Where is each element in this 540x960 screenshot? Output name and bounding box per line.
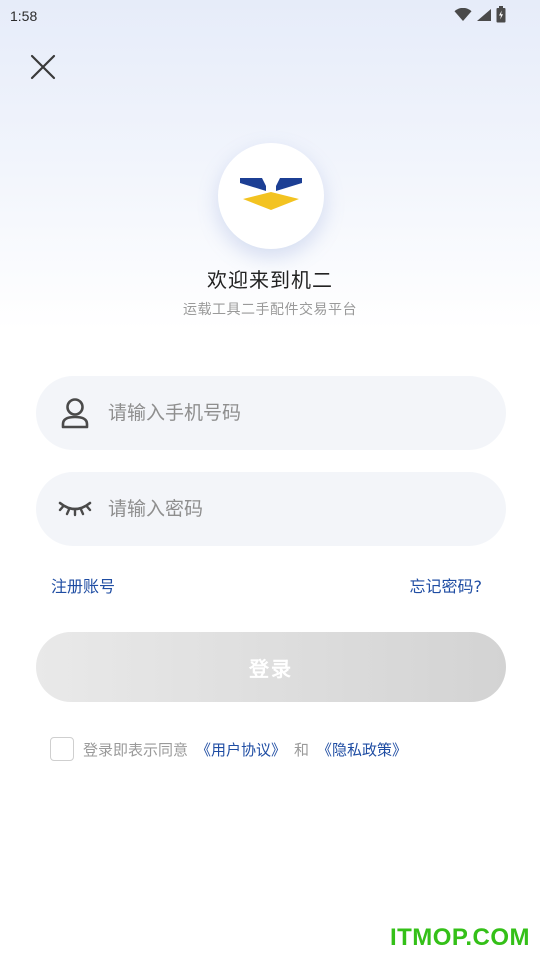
agreement-row: 登录即表示同意 《用户协议》 和 《隐私政策》 [50,736,407,762]
agreement-prefix: 登录即表示同意 [83,740,189,759]
password-input[interactable] [106,488,470,530]
register-link[interactable]: 注册账号 [51,573,115,597]
user-agreement-link[interactable]: 《用户协议》 [196,739,286,760]
privacy-policy-link[interactable]: 《隐私政策》 [317,739,407,760]
status-icons [454,5,506,27]
wifi-icon [454,7,472,26]
agreement-checkbox[interactable] [50,737,74,761]
close-button[interactable] [26,52,60,86]
brand-logo-icon [239,177,303,215]
status-bar: 1:58 [0,0,540,32]
battery-icon [496,5,506,27]
phone-field[interactable] [36,376,506,450]
eye-closed-icon[interactable] [58,492,92,526]
welcome-title: 欢迎来到机二 [207,268,333,292]
password-field[interactable] [36,472,506,546]
welcome-subtitle: 运载工具二手配件交易平台 [183,302,357,318]
watermark: ITMOP.COM [389,924,530,951]
status-time: 1:58 [10,8,38,24]
user-icon [58,396,92,430]
login-button[interactable]: 登录 [36,632,506,702]
signal-icon [476,7,492,26]
close-icon [30,54,56,84]
agreement-and: 和 [294,740,310,759]
forgot-password-link[interactable]: 忘记密码? [410,573,483,597]
phone-input[interactable] [106,392,470,434]
brand-logo [218,143,324,249]
